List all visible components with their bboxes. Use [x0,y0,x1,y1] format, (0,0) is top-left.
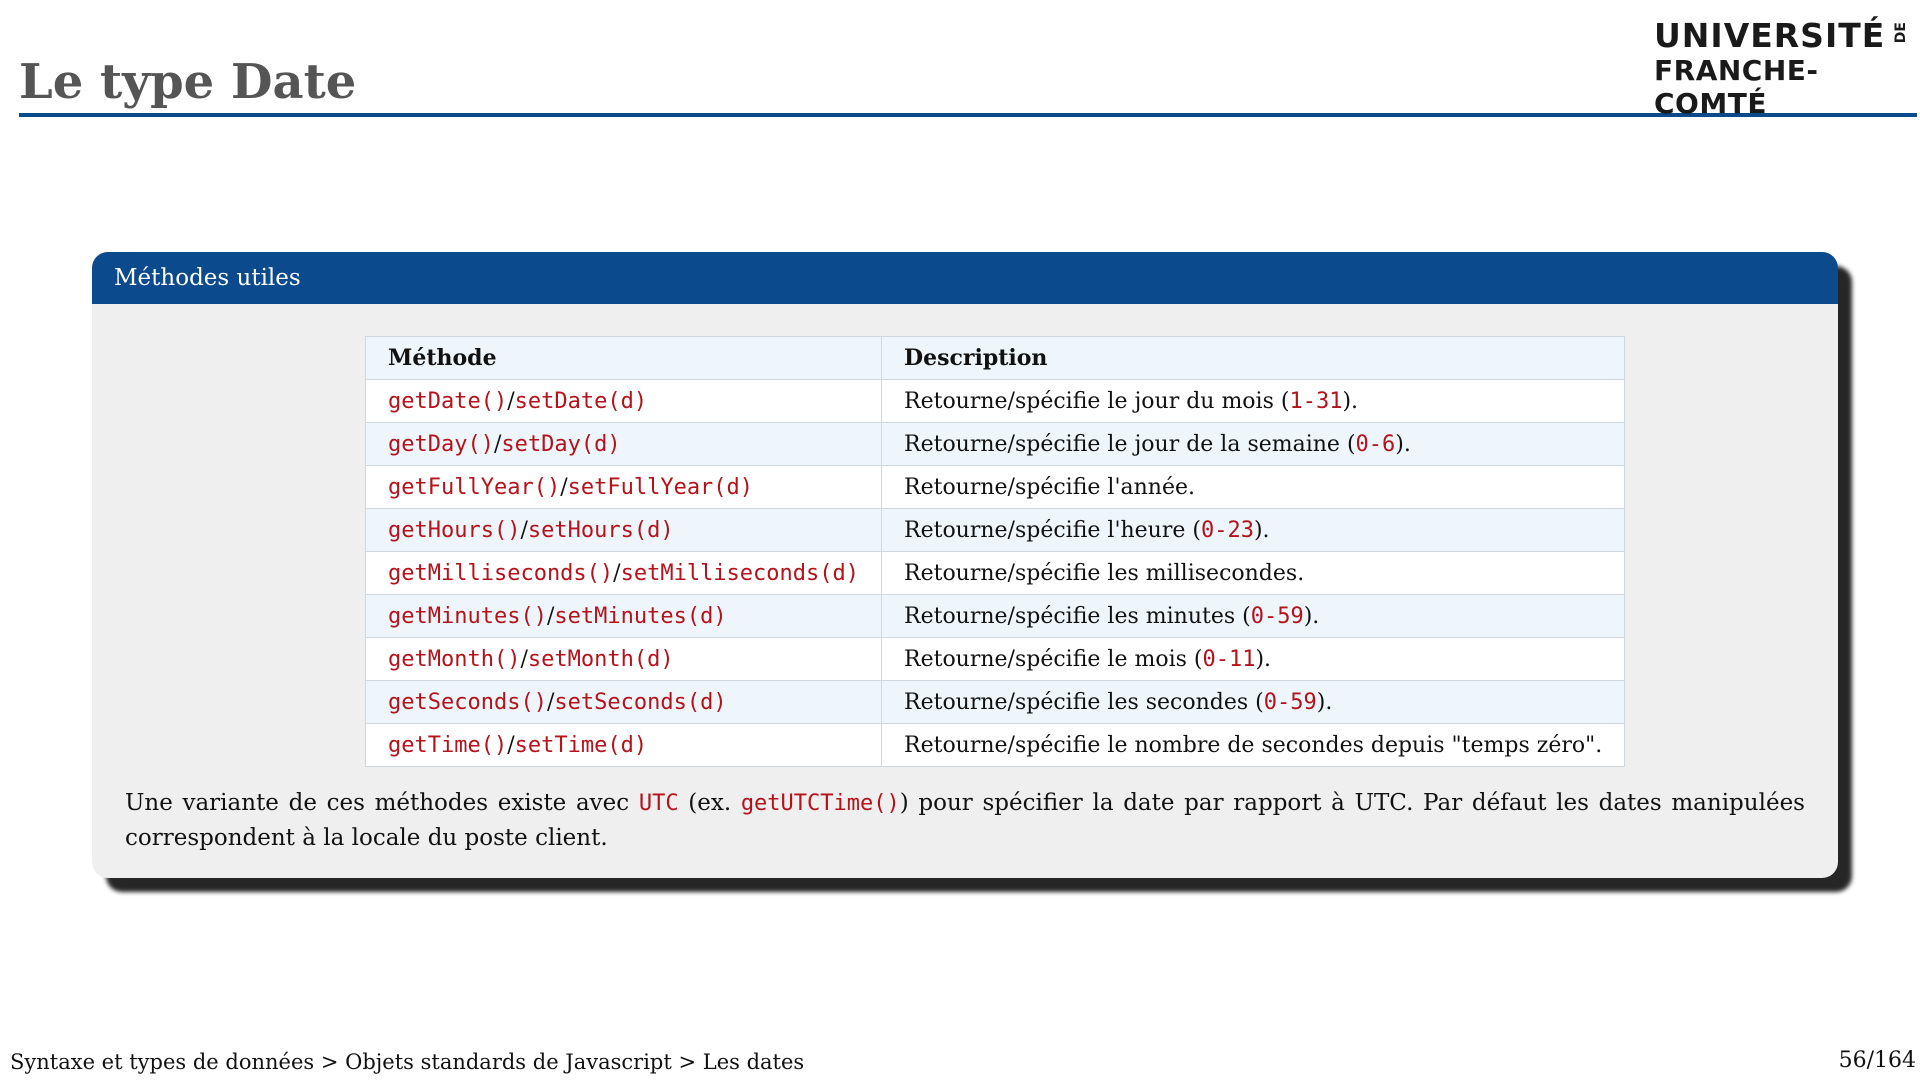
table-row: getDay()/setDay(d) Retourne/spécifie le j… [364,422,1626,466]
description-end: ). [1395,431,1411,457]
description-end: ). [1342,388,1359,414]
footer-breadcrumb: Syntaxe et types de données > Objets sta… [10,1050,805,1074]
description-cell: Retourne/spécifie l'heure (0-23). [881,508,1626,552]
description-end: ). [1253,517,1270,543]
logo-line1: UNIVERSITÉ [1654,16,1886,55]
setter-code: setDate(d) [514,388,648,414]
description-text: Retourne/spécifie l'heure ( [904,517,1201,543]
table-row: getMinutes()/setMinutes(d) Retourne/spéci… [364,594,1626,638]
description-text: Retourne/spécifie les secondes ( [904,689,1264,715]
getter-code: getMilliseconds() [388,560,614,586]
method-cell: getTime()/setTime(d) [364,723,883,767]
table-row: getMilliseconds()/setMilliseconds(d) Reto… [364,551,1626,595]
range-code: 0-59 [1250,603,1304,629]
logo-line2: FRANCHE-COMTÉ [1654,54,1819,120]
block-header: Méthodes utiles [92,252,1838,304]
slash-separator: / [520,517,528,543]
utc-note: Une variante de ces méthodes existe avec… [125,786,1805,855]
table-row: getFullYear()/setFullYear(d) Retourne/spé… [364,465,1626,509]
setter-code: setFullYear(d) [567,474,754,500]
getter-code: getMonth() [388,646,521,672]
getter-code: getSeconds() [388,689,547,715]
page-number: 56/164 [1838,1048,1916,1073]
note-text-2: (ex. [678,790,741,816]
description-cell: Retourne/spécifie les millisecondes. [881,551,1626,595]
description-text: Retourne/spécifie l'année. [904,474,1195,500]
description-end: ). [1316,689,1333,715]
setter-code: setMinutes(d) [554,603,727,629]
method-cell: getMilliseconds()/setMilliseconds(d) [364,551,883,595]
description-text: Retourne/spécifie les millisecondes. [904,560,1305,586]
logo-de: DE [1893,22,1909,44]
description-text: Retourne/spécifie le jour du mois ( [904,388,1290,414]
description-cell: Retourne/spécifie le jour du mois (1-31)… [881,379,1626,423]
university-logo: UNIVERSITÉ DE FRANCHE-COMTÉ [1654,16,1909,120]
getter-code: getDay() [388,431,494,457]
range-code: 0-59 [1263,689,1317,715]
note-code-getutctime: getUTCTime() [740,791,900,816]
table-row: getHours()/setHours(d) Retourne/spécifie … [364,508,1626,552]
setter-code: setMonth(d) [527,646,674,672]
slash-separator: / [520,646,528,672]
setter-code: setDay(d) [501,431,621,457]
methods-table: Méthode Description getDate()/setDate(d)… [364,336,1626,767]
getter-code: getDate() [388,388,508,414]
slash-separator: / [507,732,515,758]
description-text: Retourne/spécifie le nombre de secondes … [904,732,1603,758]
description-text: Retourne/spécifie le jour de la semaine … [904,431,1356,457]
description-cell: Retourne/spécifie le nombre de secondes … [881,723,1626,767]
method-cell: getFullYear()/setFullYear(d) [364,465,883,509]
note-text-1: Une variante de ces méthodes existe avec [125,790,639,816]
slide-title: Le type Date [19,54,357,110]
range-code: 0-23 [1200,517,1254,543]
method-cell: getHours()/setHours(d) [364,508,883,552]
description-cell: Retourne/spécifie les secondes (0-59). [881,680,1626,724]
range-code: 0-6 [1355,431,1396,457]
method-cell: getSeconds()/setSeconds(d) [364,680,883,724]
setter-code: setTime(d) [514,732,648,758]
getter-code: getFullYear() [388,474,561,500]
table-header-row: Méthode Description [364,336,1626,380]
setter-code: setHours(d) [527,517,674,543]
table-row: getMonth()/setMonth(d) Retourne/spécifie … [364,637,1626,681]
table-row: getTime()/setTime(d) Retourne/spécifie le… [364,723,1626,767]
description-text: Retourne/spécifie le mois ( [904,646,1203,672]
description-cell: Retourne/spécifie l'année. [881,465,1626,509]
description-cell: Retourne/spécifie les minutes (0-59). [881,594,1626,638]
header-description: Description [881,336,1626,380]
getter-code: getMinutes() [388,603,547,629]
methods-block: Méthodes utiles Méthode Description getD… [92,252,1838,878]
description-cell: Retourne/spécifie le mois (0-11). [881,637,1626,681]
slash-separator: / [613,560,621,586]
table-row: getSeconds()/setSeconds(d) Retourne/spéci… [364,680,1626,724]
description-end: ). [1255,646,1272,672]
slash-separator: / [507,388,515,414]
description-cell: Retourne/spécifie le jour de la semaine … [881,422,1626,466]
table-row: getDate()/setDate(d) Retourne/spécifie le… [364,379,1626,423]
header-method: Méthode [364,336,883,380]
title-rule [19,113,1917,117]
method-cell: getMonth()/setMonth(d) [364,637,883,681]
description-end: ). [1303,603,1320,629]
slash-separator: / [560,474,568,500]
note-code-utc: UTC [638,791,679,816]
setter-code: setSeconds(d) [554,689,727,715]
method-cell: getDay()/setDay(d) [364,422,883,466]
setter-code: setMilliseconds(d) [620,560,860,586]
method-cell: getMinutes()/setMinutes(d) [364,594,883,638]
method-cell: getDate()/setDate(d) [364,379,883,423]
range-code: 0-11 [1202,646,1256,672]
getter-code: getTime() [388,732,508,758]
description-text: Retourne/spécifie les minutes ( [904,603,1251,629]
range-code: 1-31 [1289,388,1343,414]
getter-code: getHours() [388,517,521,543]
